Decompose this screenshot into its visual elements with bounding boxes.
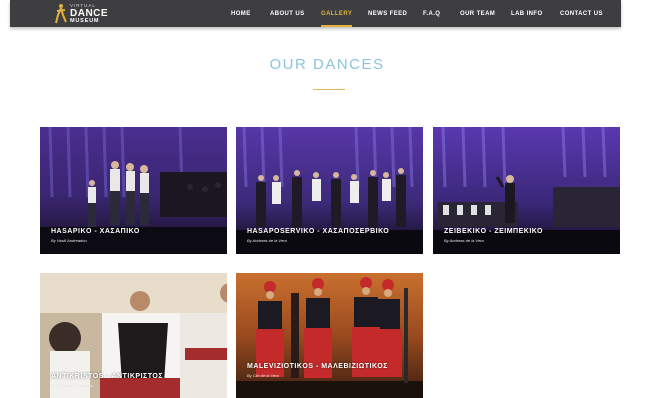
dance-title: HASAPOSERVIKO - ΧΑΣΑΠΟΣΕΡΒΙΚΟ <box>247 228 390 235</box>
dance-title: MALEVIZIOTIKOS - ΜΑΛΕΒΙΖΙΩΤΙΚΟΣ <box>247 363 388 370</box>
logo-line-museum: MUSEUM <box>70 17 100 24</box>
nav-item-faq[interactable]: F.A.Q <box>423 0 440 27</box>
nav-item-news-feed[interactable]: NEWS FEED <box>368 0 407 27</box>
dance-card-hasapiko[interactable]: HASAPIKO - ΧΑΣΑΠΙΚΟ By Vasili Andreadou <box>40 127 227 254</box>
dance-photo <box>236 273 423 398</box>
heading-underline <box>313 89 345 90</box>
nav-item-home[interactable]: HOME <box>231 0 251 27</box>
dance-title: HASAPIKO - ΧΑΣΑΠΙΚΟ <box>51 228 140 235</box>
dance-author: By Andreas de la Vera <box>444 238 484 243</box>
dance-card-zeibekiko[interactable]: ZEIBEKIKO - ΖΕΙΜΠΕΚΙΚΟ By Andreas de la … <box>433 127 620 254</box>
dance-author: By Clio de la Vera <box>247 373 279 378</box>
nav-item-about-us[interactable]: ABOUT US <box>270 0 305 27</box>
dance-author: By Stefanos Theodorou <box>51 383 94 388</box>
dance-author: By Vasili Andreadou <box>51 238 87 243</box>
page-heading: OUR DANCES <box>269 56 385 73</box>
nav-item-contact-us[interactable]: CONTACT US <box>560 0 603 27</box>
top-navigation-bar: VIRTUAL DANCE MUSEUM HOME ABOUT US GALLE… <box>10 0 621 27</box>
logo-line-dance: DANCE <box>70 7 109 19</box>
dance-card-antikristos[interactable]: ANTIKRISTOS - ΑΝΤΙΚΡΙΣΤΟΣ By Stefanos Th… <box>40 273 227 398</box>
dance-title: ANTIKRISTOS - ΑΝΤΙΚΡΙΣΤΟΣ <box>51 373 164 380</box>
museum-logo[interactable]: VIRTUAL DANCE MUSEUM <box>54 2 108 26</box>
nav-item-our-team[interactable]: OUR TEAM <box>460 0 495 27</box>
dance-card-hasaposerviko[interactable]: HASAPOSERVIKO - ΧΑΣΑΠΟΣΕΡΒΙΚΟ By Andreas… <box>236 127 423 254</box>
dancer-logo-icon <box>55 4 67 24</box>
nav-item-lab-info[interactable]: LAB INFO <box>511 0 543 27</box>
dance-author: By Andreas de la Vera <box>247 238 287 243</box>
dance-title: ZEIBEKIKO - ΖΕΙΜΠΕΚΙΚΟ <box>444 228 543 235</box>
dance-card-maleviziotikos[interactable]: MALEVIZIOTIKOS - ΜΑΛΕΒΙΖΙΩΤΙΚΟΣ By Clio … <box>236 273 423 398</box>
nav-item-gallery[interactable]: GALLERY <box>321 0 353 27</box>
